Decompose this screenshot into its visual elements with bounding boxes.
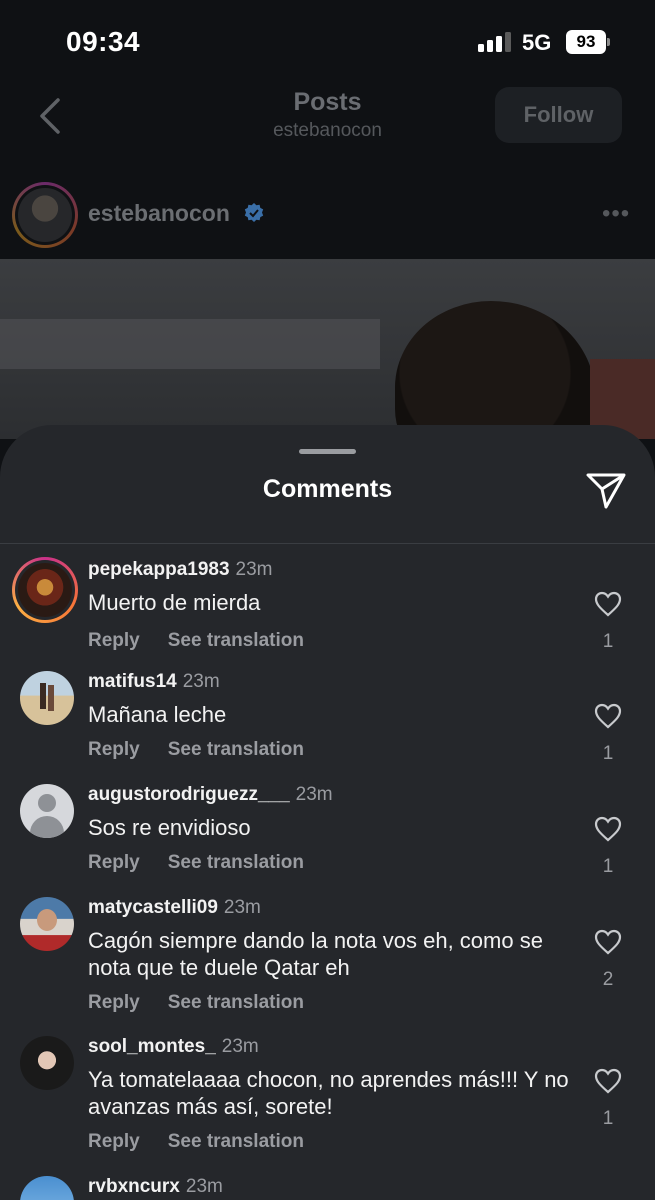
more-icon[interactable]: ••• [602,200,630,228]
sheet-handle[interactable] [299,449,356,454]
avatar[interactable] [12,182,78,248]
network-label: 5G [522,30,552,55]
reply-button[interactable]: Reply [88,739,140,760]
comment-username[interactable]: sool_montes_ 23m [88,1036,259,1058]
comment-time: 23m [221,1036,259,1057]
comment-text: Cagón siempre dando la nota vos eh, como… [88,928,543,980]
heart-icon[interactable] [594,591,622,617]
heart-icon[interactable] [594,929,622,955]
avatar[interactable] [20,784,74,838]
battery-icon: 93 [566,30,606,54]
avatar[interactable] [20,897,74,951]
comment-username[interactable]: rvbxncurx 23m [88,1176,223,1198]
see-translation-button[interactable]: See translation [168,739,304,760]
post-image [0,259,655,439]
comment-time: 23m [223,897,261,918]
post-header: estebanocon ••• [0,180,655,252]
signal-icon [478,32,512,52]
reply-button[interactable]: Reply [88,852,140,873]
reply-button[interactable]: Reply [88,1131,140,1152]
comment-username[interactable]: matycastelli09 23m [88,897,261,919]
comment-actions: Reply See translation [88,1131,332,1153]
verified-badge-icon [244,203,264,222]
comment-time: 23m [235,559,273,580]
battery-tip [607,38,610,46]
like-count: 1 [602,743,614,764]
like-count: 1 [602,631,614,652]
comment-text: Sos re envidioso [88,815,251,840]
avatar[interactable] [20,671,74,725]
avatar[interactable] [12,557,78,623]
post-username[interactable]: estebanocon [88,200,230,227]
sheet-title: Comments [262,475,393,503]
comment-time: 23m [185,1176,223,1197]
status-bar: 09:34 5G 93 [0,0,655,86]
reply-button[interactable]: Reply [88,992,140,1013]
see-translation-button[interactable]: See translation [168,1131,304,1152]
heart-icon[interactable] [594,703,622,729]
heart-icon[interactable] [594,1068,622,1094]
like-count: 2 [602,969,614,990]
see-translation-button[interactable]: See translation [168,630,304,651]
comment-text: Ya tomatelaaaa chocon, no aprendes más!!… [88,1067,569,1119]
comment-username[interactable]: augustorodriguezz___ 23m [88,784,333,806]
comment-username[interactable]: pepekappa1983 23m [88,559,273,581]
comment-actions: Reply See translation [88,852,332,874]
comment-time: 23m [295,784,333,805]
follow-button[interactable]: Follow [495,87,622,143]
divider [0,543,655,544]
comment-username[interactable]: matifus14 23m [88,671,220,693]
share-icon[interactable] [585,470,627,510]
comment-actions: Reply See translation [88,630,332,652]
comment-actions: Reply See translation [88,992,332,1014]
comment-actions: Reply See translation [88,739,332,761]
comment-text: Mañana leche [88,702,227,727]
avatar[interactable] [20,1036,74,1090]
comment-time: 23m [182,671,220,692]
comments-sheet: Comments pepekappa1983 23m Muerto de mier… [0,425,655,1200]
see-translation-button[interactable]: See translation [168,992,304,1013]
avatar[interactable] [20,1176,74,1200]
see-translation-button[interactable]: See translation [168,852,304,873]
like-count: 1 [602,1108,614,1129]
like-count: 1 [602,856,614,877]
comment-text: Muerto de mierda [88,590,261,615]
reply-button[interactable]: Reply [88,630,140,651]
heart-icon[interactable] [594,816,622,842]
status-time: 09:34 [66,26,141,57]
